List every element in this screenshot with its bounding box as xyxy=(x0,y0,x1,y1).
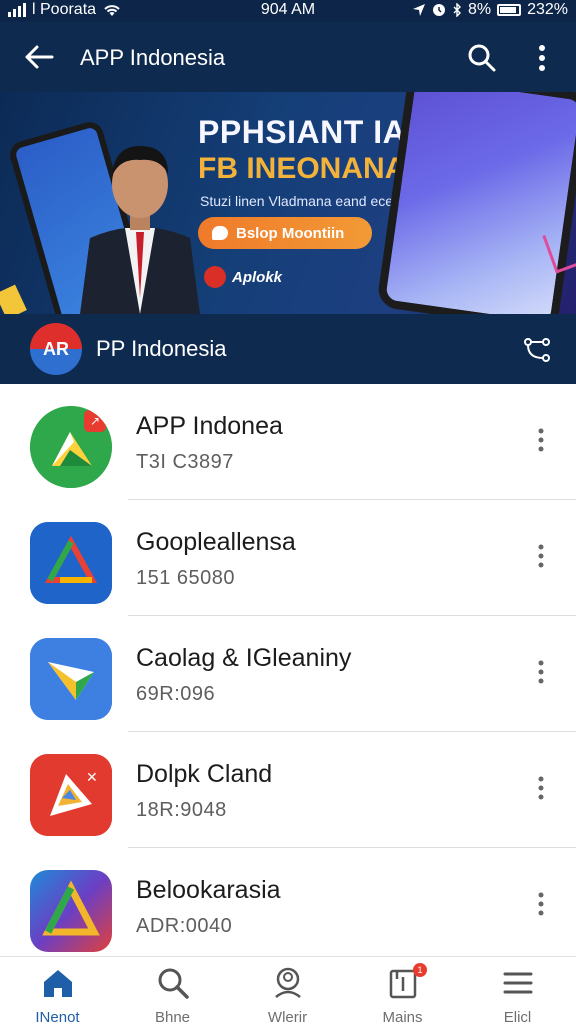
alarm-icon xyxy=(432,4,445,16)
list-item[interactable]: ↗ APP Indonea T3I C3897 xyxy=(0,384,576,500)
share-icon[interactable] xyxy=(520,332,554,366)
gradient-triangle-icon xyxy=(42,880,100,936)
more-vertical-icon[interactable] xyxy=(530,890,552,918)
bottom-navigation: INenot Bhne Wlerir 1 Mains Elicl xyxy=(0,956,576,1024)
channel-logo: AR xyxy=(30,323,82,375)
bluetooth-icon xyxy=(453,3,461,17)
more-vertical-icon[interactable] xyxy=(530,542,552,570)
account-search-icon xyxy=(275,967,301,998)
app-subtitle: T3I C3897 xyxy=(136,451,234,473)
app-subtitle: 69R:096 xyxy=(136,683,216,705)
chat-bubble-icon xyxy=(212,226,228,240)
banner-cta-label: Bslop Moontiin xyxy=(236,224,345,242)
promo-banner[interactable]: PPHSIANT IANGKE FB INEONANAIIA Stuzi lin… xyxy=(0,92,576,314)
app-icon xyxy=(30,522,112,604)
more-vertical-icon[interactable] xyxy=(530,774,552,802)
channel-name: PP Indonesia xyxy=(96,336,227,361)
nav-label: Mains xyxy=(382,1009,423,1024)
banner-cta-button[interactable]: Bslop Moontiin xyxy=(198,217,372,249)
app-name: APP Indonea xyxy=(136,412,283,440)
nav-item-home[interactable]: INenot xyxy=(0,957,115,1024)
app-name: Goopleallensa xyxy=(136,528,296,556)
status-bar: l Poorata 904 AM 8% 232% xyxy=(0,0,576,22)
nav-label: Elicl xyxy=(503,1009,532,1024)
list-item[interactable]: ✕ Dolpk Cland 18R:9048 xyxy=(0,732,576,848)
banner-phone-right-image xyxy=(376,92,576,314)
drive-triangle-icon xyxy=(30,522,112,604)
more-vertical-icon[interactable] xyxy=(530,658,552,686)
banner-brand-name: Aplokk xyxy=(232,268,283,286)
status-extra: 232% xyxy=(527,1,568,18)
nav-item-notifications[interactable]: 1 Mains xyxy=(345,957,460,1024)
more-vertical-icon[interactable] xyxy=(530,426,552,454)
app-subtitle: ADR:0040 xyxy=(136,915,233,937)
search-icon xyxy=(158,968,189,999)
search-icon[interactable] xyxy=(466,42,498,74)
nav-item-menu[interactable]: Elicl xyxy=(460,957,575,1024)
brand-logo-icon xyxy=(204,266,226,288)
channel-header: AR PP Indonesia xyxy=(0,314,576,384)
location-icon xyxy=(412,4,425,16)
nav-item-account[interactable]: Wlerir xyxy=(230,957,345,1024)
app-name: Dolpk Cland xyxy=(136,760,273,788)
notification-badge: ↗ xyxy=(84,410,106,432)
back-arrow-icon[interactable] xyxy=(22,40,56,74)
svg-text:✕: ✕ xyxy=(86,770,98,786)
app-subtitle: 151 65080 xyxy=(136,567,236,589)
menu-icon xyxy=(503,972,533,994)
battery-icon xyxy=(497,4,522,16)
app-subtitle: 18R:9048 xyxy=(136,799,227,821)
play-store-icon: ✕ xyxy=(30,754,112,836)
nav-item-search[interactable]: Bhne xyxy=(115,957,230,1024)
app-name: Belookarasia xyxy=(136,876,281,904)
banner-accent-shape xyxy=(0,284,27,314)
more-vertical-icon[interactable] xyxy=(530,42,554,74)
list-item[interactable]: Belookarasia ADR:0040 xyxy=(0,848,576,964)
app-icon: ↗ xyxy=(30,406,112,488)
banner-brand: Aplokk xyxy=(204,266,282,288)
app-icon: ✕ xyxy=(30,754,112,836)
nav-label: INenot xyxy=(35,1009,80,1024)
nav-label: Wlerir xyxy=(267,1009,308,1024)
list-item[interactable]: Goopleallensa 151 65080 xyxy=(0,500,576,616)
banner-person-image xyxy=(80,146,200,314)
envelope-arrow-icon xyxy=(30,638,112,720)
home-icon xyxy=(44,970,72,997)
app-name: Caolag & IGleaniny xyxy=(136,644,352,672)
app-icon xyxy=(30,638,112,720)
app-icon xyxy=(30,870,112,952)
notification-badge: 1 xyxy=(413,963,427,977)
page-title: APP Indonesia xyxy=(80,45,226,70)
list-item[interactable]: Caolag & IGleaniny 69R:096 xyxy=(0,616,576,732)
nav-label: Bhne xyxy=(154,1009,191,1024)
app-list: ↗ APP Indonea T3I C3897 Goopleallensa 15… xyxy=(0,384,576,964)
app-bar: APP Indonesia xyxy=(0,22,576,92)
battery-percent: 8% xyxy=(467,1,492,18)
status-right: 8% 232% xyxy=(412,1,568,19)
